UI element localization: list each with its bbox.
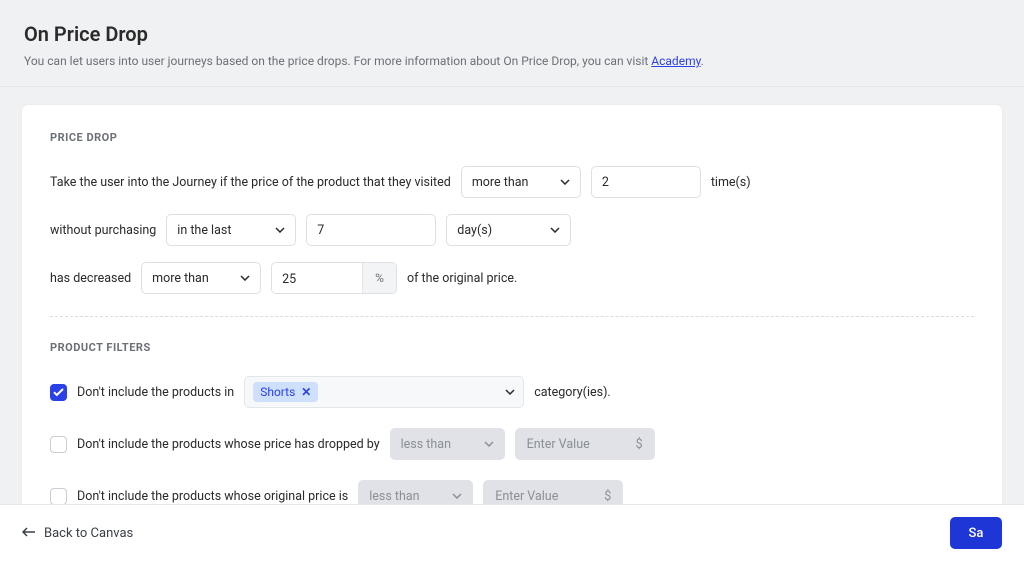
percent-field[interactable] [282,263,352,294]
filter-category-checkbox[interactable] [50,384,67,401]
price-drop-value-unit: $ [636,437,643,452]
filter-category-row: Don't include the products in Shorts ✕ c… [50,376,974,408]
page-description-text: You can let users into user journeys bas… [24,54,651,68]
save-button[interactable]: Sa [950,517,1002,549]
chevron-down-icon [240,275,250,281]
page-description: You can let users into user journeys bas… [24,54,1000,68]
decrease-comparator-value: more than [152,271,209,286]
time-window-unit-value: day(s) [457,223,492,238]
chevron-down-icon [550,227,560,233]
filter-category-suffix: category(ies). [534,385,611,400]
filter-price-drop-row: Don't include the products whose price h… [50,428,974,460]
check-icon [53,388,64,397]
percent-input[interactable] [272,263,362,294]
percent-input-group: % [271,262,397,294]
page-title: On Price Drop [24,22,1000,46]
times-suffix: time(s) [711,175,751,190]
original-price-value-unit: $ [604,489,611,504]
back-to-canvas-label: Back to Canvas [44,526,133,541]
chevron-down-icon [505,389,515,395]
academy-link[interactable]: Academy [651,54,700,68]
original-price-suffix: of the original price. [407,271,517,286]
chevron-down-icon [484,441,494,447]
back-to-canvas-link[interactable]: Back to Canvas [22,526,133,541]
visit-count-input[interactable] [591,166,701,198]
original-price-value-placeholder: Enter Value [495,489,558,504]
arrow-left-icon [22,526,36,541]
section-divider [50,316,974,317]
category-tag: Shorts ✕ [253,382,318,402]
footer-bar: Back to Canvas Sa [0,504,1024,561]
price-drop-value-input[interactable]: Enter Value $ [515,428,655,460]
page-header: On Price Drop You can let users into use… [0,0,1024,86]
price-drop-text-1: Take the user into the Journey if the pr… [50,175,451,190]
price-drop-comparator-select[interactable]: less than [390,428,505,460]
page-description-suffix: . [701,54,704,68]
has-decreased-text: has decreased [50,271,131,286]
category-multiselect[interactable]: Shorts ✕ [244,376,524,408]
visit-count-field[interactable] [602,167,690,197]
category-tag-label: Shorts [260,385,295,399]
section-label-product-filters: PRODUCT FILTERS [50,341,974,354]
chevron-down-icon [560,179,570,185]
remove-tag-icon[interactable]: ✕ [301,385,311,399]
price-drop-comparator-value: less than [401,437,451,452]
original-price-comparator-value: less than [369,489,419,504]
filter-original-price-label: Don't include the products whose origina… [77,489,348,504]
settings-card: PRICE DROP Take the user into the Journe… [22,105,1002,540]
price-drop-value-placeholder: Enter Value [527,437,590,452]
decrease-comparator-select[interactable]: more than [141,262,261,294]
percent-symbol: % [362,263,396,293]
visit-comparator-value: more than [472,175,529,190]
filter-price-drop-label: Don't include the products whose price h… [77,437,380,452]
chevron-down-icon [275,227,285,233]
filter-category-label: Don't include the products in [77,385,234,400]
header-divider [0,86,1024,87]
filter-original-price-checkbox[interactable] [50,488,67,505]
time-window-count-input[interactable] [306,214,436,246]
filter-price-drop-checkbox[interactable] [50,436,67,453]
price-drop-row-3: has decreased more than % of the origina… [50,262,974,294]
section-label-price-drop: PRICE DROP [50,131,974,144]
without-purchasing-text: without purchasing [50,223,156,238]
time-window-unit-select[interactable]: day(s) [446,214,571,246]
time-window-select[interactable]: in the last [166,214,296,246]
visit-comparator-select[interactable]: more than [461,166,581,198]
chevron-down-icon [452,493,462,499]
time-window-count-field[interactable] [317,215,425,245]
price-drop-row-1: Take the user into the Journey if the pr… [50,166,974,198]
time-window-value: in the last [177,223,231,238]
price-drop-row-2: without purchasing in the last day(s) [50,214,974,246]
